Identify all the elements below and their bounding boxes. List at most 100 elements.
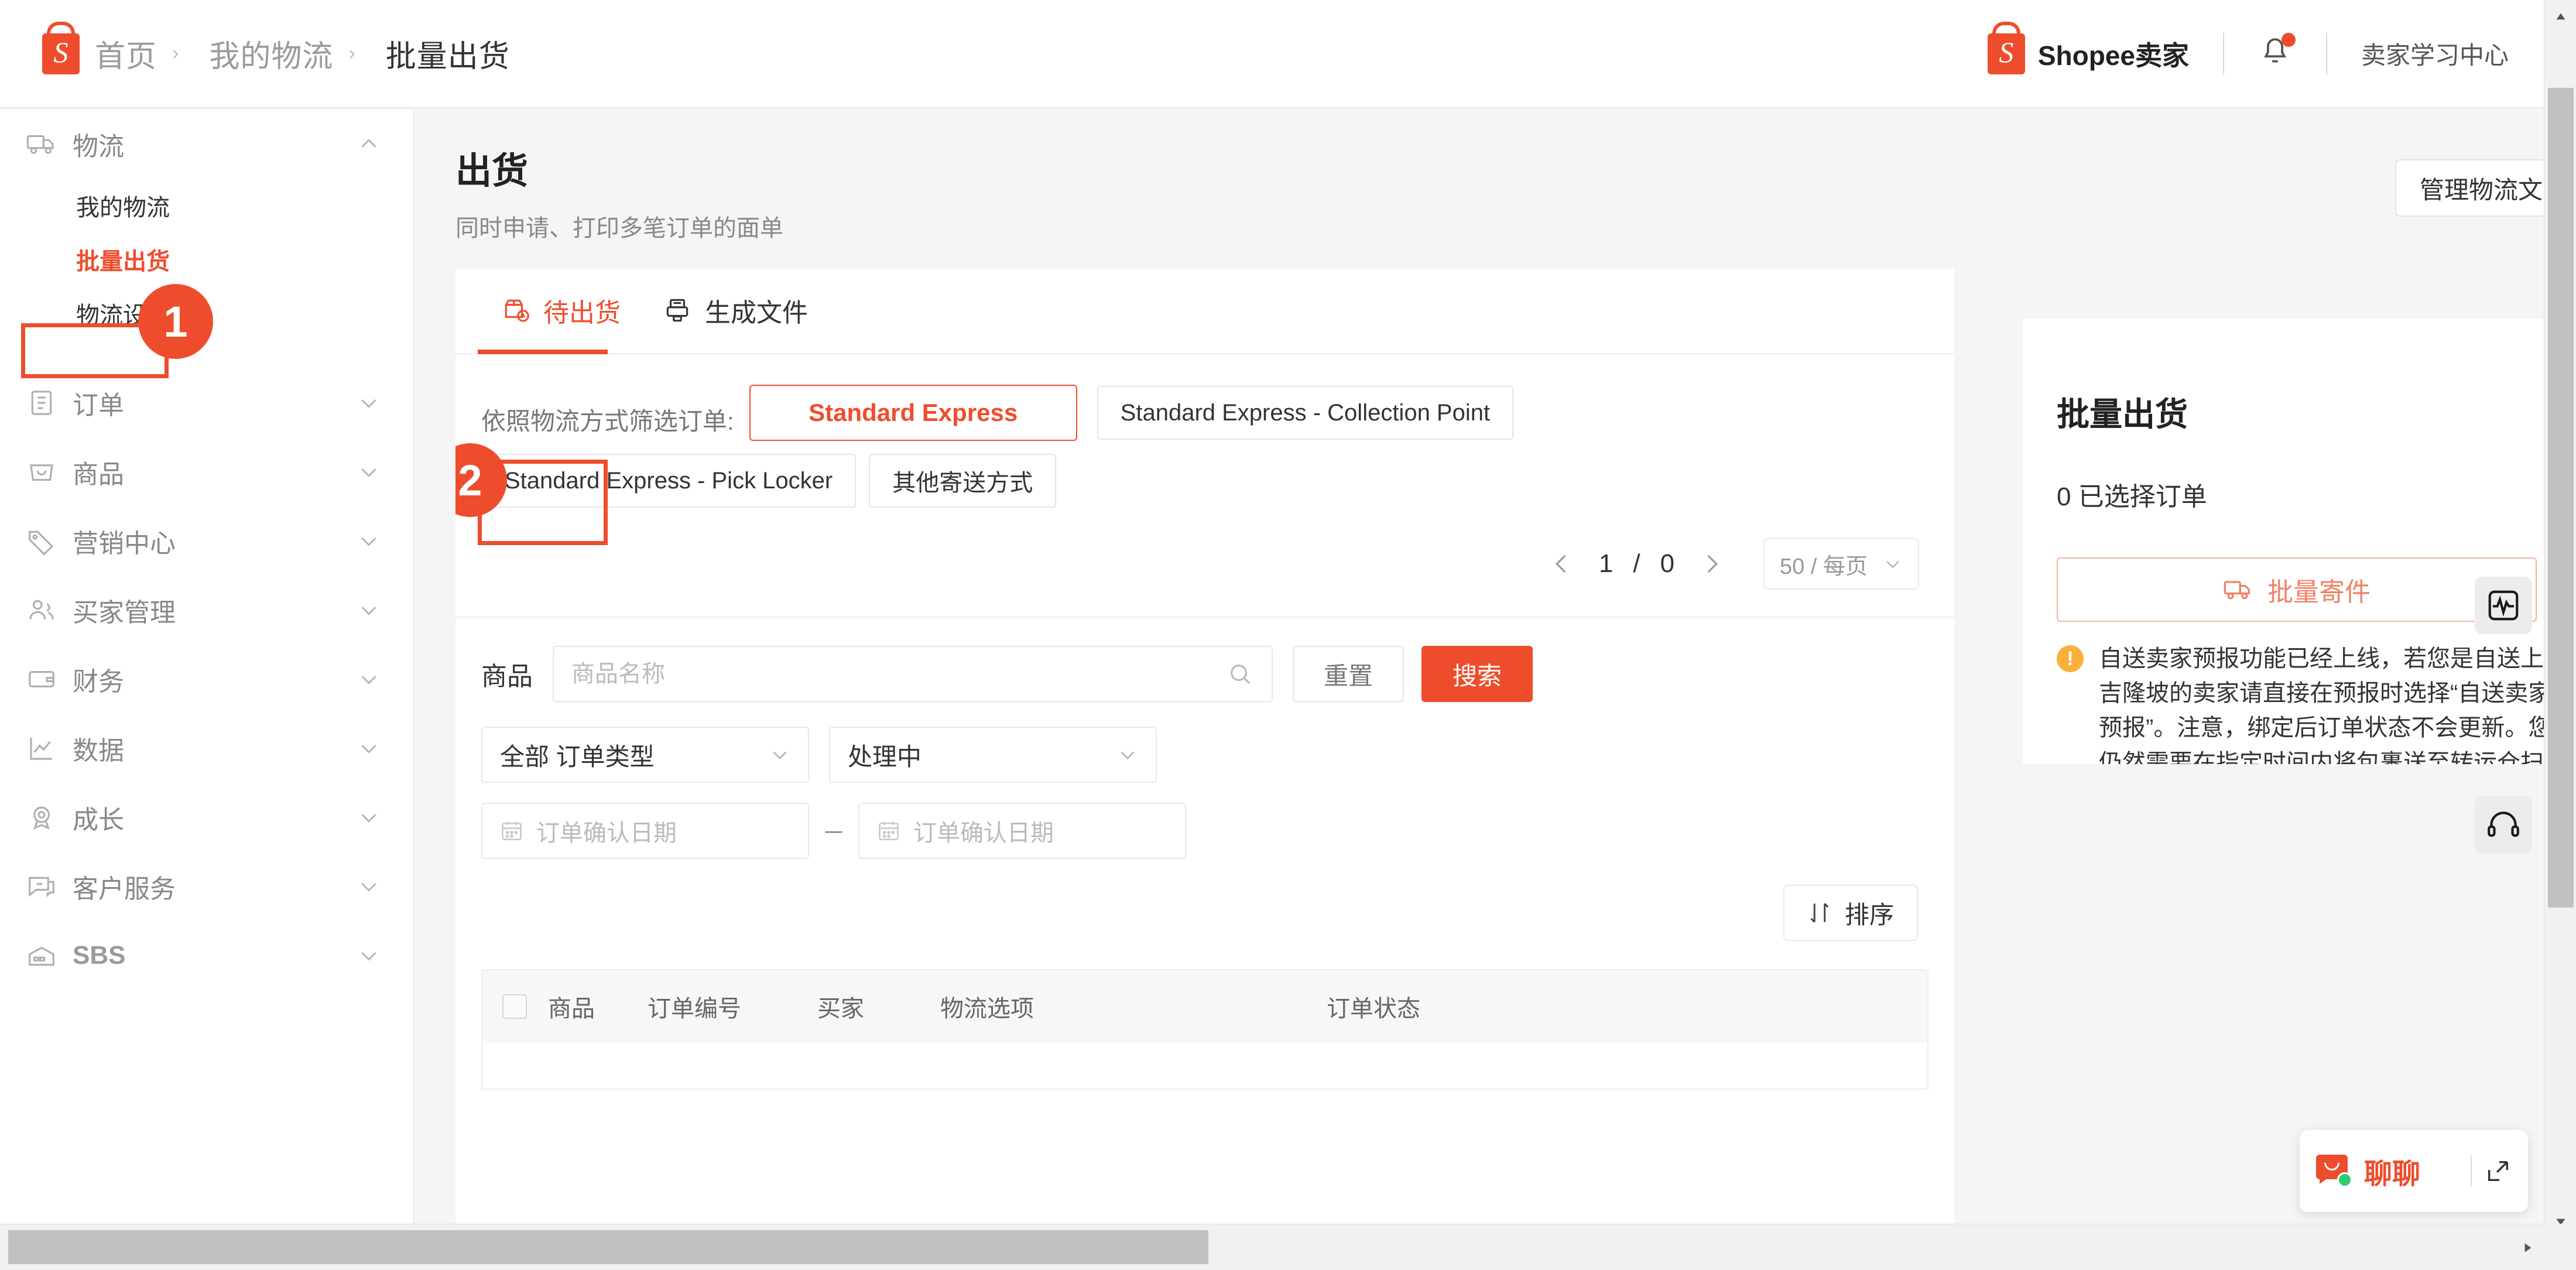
date-start-placeholder: 订单确认日期: [536, 820, 677, 846]
horizontal-scrollbar[interactable]: [0, 1224, 2576, 1270]
tag-icon: [26, 525, 57, 557]
headset-support-icon[interactable]: [2475, 796, 2532, 854]
vertical-scrollbar[interactable]: [2544, 0, 2576, 1270]
scroll-right-arrow-icon[interactable]: [2512, 1224, 2544, 1270]
filter-chip-standard-express[interactable]: Standard Express: [749, 385, 1077, 441]
manage-logistics-docs-button[interactable]: 管理物流文: [2395, 159, 2544, 217]
page-title: 出货: [455, 151, 529, 191]
table-body: [481, 1043, 1928, 1090]
vertical-scrollbar-thumb[interactable]: [2548, 88, 2574, 908]
breadcrumb: S 首页 › 我的物流 › 批量出货: [42, 32, 510, 76]
activity-monitor-icon[interactable]: [2475, 577, 2532, 634]
divider: [2471, 1155, 2472, 1187]
next-page-button[interactable]: [1694, 547, 1728, 581]
sidebar-group-products[interactable]: 商品: [0, 437, 413, 506]
breadcrumb-current: 批量出货: [385, 40, 510, 74]
sidebar-group-marketing[interactable]: 营销中心: [0, 506, 413, 576]
search-icon[interactable]: [1226, 660, 1254, 688]
bulk-shipping-panel: 批量出货 0 已选择订单 批量寄件 ! 自送卖家预报功能已经上线，若您是自送上去…: [2023, 319, 2573, 764]
search-button[interactable]: 搜索: [1421, 646, 1533, 702]
annotation-badge-1: 1: [138, 284, 213, 359]
chat-widget[interactable]: 聊聊: [2300, 1130, 2528, 1212]
seller-learning-center-link[interactable]: 卖家学习中心: [2361, 36, 2509, 71]
sidebar-group-orders[interactable]: 订单: [0, 368, 413, 437]
page-subtitle: 同时申请、打印多笔订单的面单: [455, 215, 783, 241]
filter-chip-collection-point[interactable]: Standard Express - Collection Point: [1097, 386, 1514, 440]
page-size-value: 50 / 每页: [1780, 554, 1868, 579]
header-actions: S Shopee卖家 卖家学习中心: [1987, 32, 2509, 75]
chevron-down-icon: [357, 391, 381, 415]
warehouse-icon: [26, 940, 57, 971]
notification-badge-dot: [2281, 32, 2296, 47]
bulk-ship-button[interactable]: 批量寄件: [2057, 557, 2537, 622]
breadcrumb-separator-icon: ›: [172, 42, 179, 64]
chevron-down-icon: [357, 875, 381, 898]
sort-row: 排序: [455, 859, 1954, 941]
divider: [2325, 32, 2327, 75]
sidebar-group-data[interactable]: 数据: [0, 714, 413, 783]
calendar-icon: [876, 818, 902, 844]
scroll-up-arrow-icon[interactable]: [2544, 0, 2576, 32]
truck-icon: [26, 128, 57, 160]
sidebar-group-label: 商品: [73, 460, 124, 489]
wallet-icon: [26, 663, 57, 695]
sidebar-group-label: 买家管理: [73, 598, 176, 627]
order-type-select[interactable]: 全部 订单类型: [481, 727, 809, 783]
expand-icon[interactable]: [2485, 1158, 2512, 1185]
scrollbar-corner: [2544, 1224, 2576, 1270]
sidebar-group-finance[interactable]: 财务: [0, 645, 413, 714]
sidebar-group-customer-service[interactable]: 客户服务: [0, 852, 413, 921]
breadcrumb-my-logistics[interactable]: 我的物流: [209, 32, 333, 76]
table-header-row: 商品 订单编号 买家 物流选项 订单状态: [481, 969, 1928, 1043]
prev-page-button[interactable]: [1545, 547, 1579, 581]
sidebar-group-buyers[interactable]: 买家管理: [0, 576, 413, 645]
divider: [2222, 32, 2224, 75]
date-start-input[interactable]: 订单确认日期: [481, 803, 809, 859]
pagination: 1 / 0 50 / 每页: [455, 521, 1954, 590]
sort-label: 排序: [1844, 901, 1894, 929]
chart-line-icon: [26, 732, 57, 764]
tab-bar: 待出货 生成文件: [455, 269, 1954, 354]
chat-label: 聊聊: [2364, 1159, 2421, 1190]
notification-bell-icon[interactable]: [2258, 32, 2296, 73]
sidebar-group-growth[interactable]: 成长: [0, 783, 413, 852]
search-input[interactable]: [571, 660, 1226, 687]
bulk-ship-label: 批量寄件: [2267, 578, 2371, 607]
sidebar-group-label: 成长: [73, 806, 124, 834]
column-header-buyer: 买家: [817, 996, 864, 1022]
tab-to-ship[interactable]: 待出货: [480, 269, 642, 353]
filter-chip-pick-locker[interactable]: Standard Express - Pick Locker: [481, 454, 857, 508]
search-row: 商品 重置 搜索: [455, 618, 1954, 702]
medal-icon: [26, 802, 57, 833]
reset-button[interactable]: 重置: [1293, 646, 1404, 702]
brand-label: Shopee卖家: [2037, 40, 2189, 71]
tab-generate-file[interactable]: 生成文件: [642, 269, 829, 353]
shopee-seller-brand[interactable]: S Shopee卖家: [1987, 33, 2189, 74]
orders-table: 商品 订单编号 买家 物流选项 订单状态: [455, 941, 1954, 1090]
breadcrumb-home[interactable]: 首页: [95, 32, 157, 76]
sort-button[interactable]: 排序: [1783, 885, 1918, 941]
sidebar-item-bulk-shipping[interactable]: 批量出货: [0, 232, 413, 286]
date-end-input[interactable]: 订单确认日期: [858, 803, 1186, 859]
active-tab-underline: [478, 350, 608, 354]
clipboard-icon: [26, 387, 57, 419]
filter-chip-other[interactable]: 其他寄送方式: [869, 454, 1057, 508]
horizontal-scrollbar-thumb[interactable]: [8, 1230, 1208, 1264]
notice-text: 自送卖家预报功能已经上线，若您是自送上去吉隆坡的卖家请直接在预报时选择“自送卖家…: [2099, 646, 2567, 764]
sidebar-group-header-logistics[interactable]: 物流: [0, 109, 413, 179]
chevron-down-icon: [357, 598, 381, 622]
page-header: 出货 同时申请、打印多笔订单的面单: [416, 109, 2544, 243]
page-size-select[interactable]: 50 / 每页: [1763, 538, 1919, 590]
sidebar-group-label: SBS: [73, 941, 126, 970]
column-header-order-no: 订单编号: [648, 996, 741, 1022]
sidebar-group-label: 数据: [73, 737, 124, 765]
sidebar-item-my-logistics[interactable]: 我的物流: [0, 179, 413, 232]
calendar-icon: [499, 818, 525, 844]
chevron-down-icon: [357, 667, 381, 691]
column-header-product: 商品: [548, 996, 595, 1022]
shipping-panel: 待出货 生成文件 依照物流方式筛选订单: Standard Express St…: [455, 269, 1954, 1224]
current-page: 1: [1598, 549, 1614, 578]
order-status-select[interactable]: 处理中: [829, 727, 1157, 783]
select-all-checkbox[interactable]: [502, 994, 527, 1019]
sidebar-group-sbs[interactable]: SBS: [0, 921, 413, 990]
